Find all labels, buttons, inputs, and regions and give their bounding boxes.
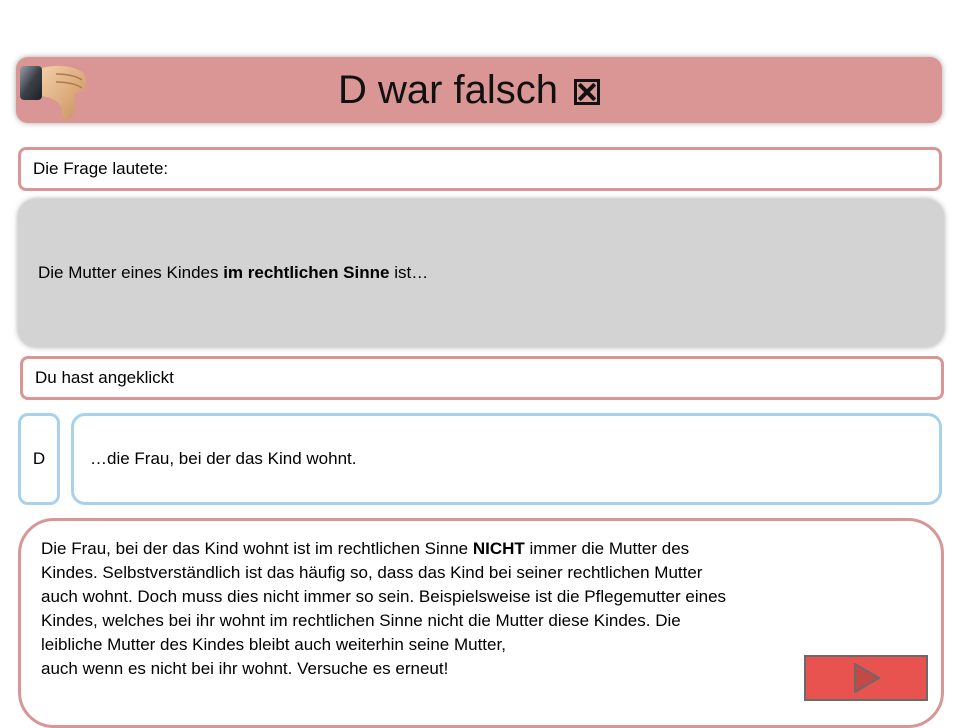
- result-title-text: D war falsch: [337, 67, 559, 112]
- clicked-label-text: Du hast angeklickt: [35, 368, 174, 387]
- answer-letter: D: [18, 413, 60, 505]
- result-title: D war falsch: [16, 57, 942, 123]
- explanation-line: Die Frau, bei der das Kind wohnt ist im …: [41, 537, 921, 561]
- clicked-label: Du hast angeklickt: [20, 356, 944, 400]
- explanation-line: auch wohnt. Doch muss dies nicht immer s…: [41, 587, 727, 606]
- explanation-line: Kindes. Selbstverständlich ist das häufi…: [41, 563, 703, 582]
- result-banner: D war falsch: [16, 57, 942, 123]
- question-text-start: Die Mutter eines Kindes: [38, 263, 224, 282]
- explanation-text: immer die Mutter des: [524, 539, 690, 558]
- question-emphasis: im rechtlichen Sinne: [223, 263, 390, 282]
- explanation-line: Kindes, welches bei ihr wohnt im rechtli…: [41, 611, 681, 630]
- answer-text: …die Frau, bei der das Kind wohnt.: [71, 413, 942, 505]
- explanation-line: auch wenn es nicht bei ihr wohnt. Versuc…: [41, 659, 449, 678]
- question-text: Die Mutter eines Kindes im rechtlichen S…: [38, 263, 428, 283]
- play-triangle-icon: [854, 663, 880, 693]
- x-box-icon: [574, 79, 601, 105]
- explanation-emphasis: NICHT: [472, 539, 525, 558]
- question-text-end: ist…: [389, 263, 429, 282]
- answer-text-value: …die Frau, bei der das Kind wohnt.: [90, 449, 357, 468]
- question-label-text: Die Frage lautete:: [33, 159, 169, 178]
- explanation-text: Die Frau, bei der das Kind wohnt ist im …: [41, 539, 473, 558]
- explanation-line: leibliche Mutter des Kindes bleibt auch …: [41, 635, 506, 654]
- question-box: Die Mutter eines Kindes im rechtlichen S…: [18, 199, 944, 347]
- next-button[interactable]: [804, 655, 928, 701]
- answer-letter-text: D: [32, 449, 46, 468]
- question-label: Die Frage lautete:: [18, 147, 942, 191]
- thumbs-down-icon: [20, 65, 87, 121]
